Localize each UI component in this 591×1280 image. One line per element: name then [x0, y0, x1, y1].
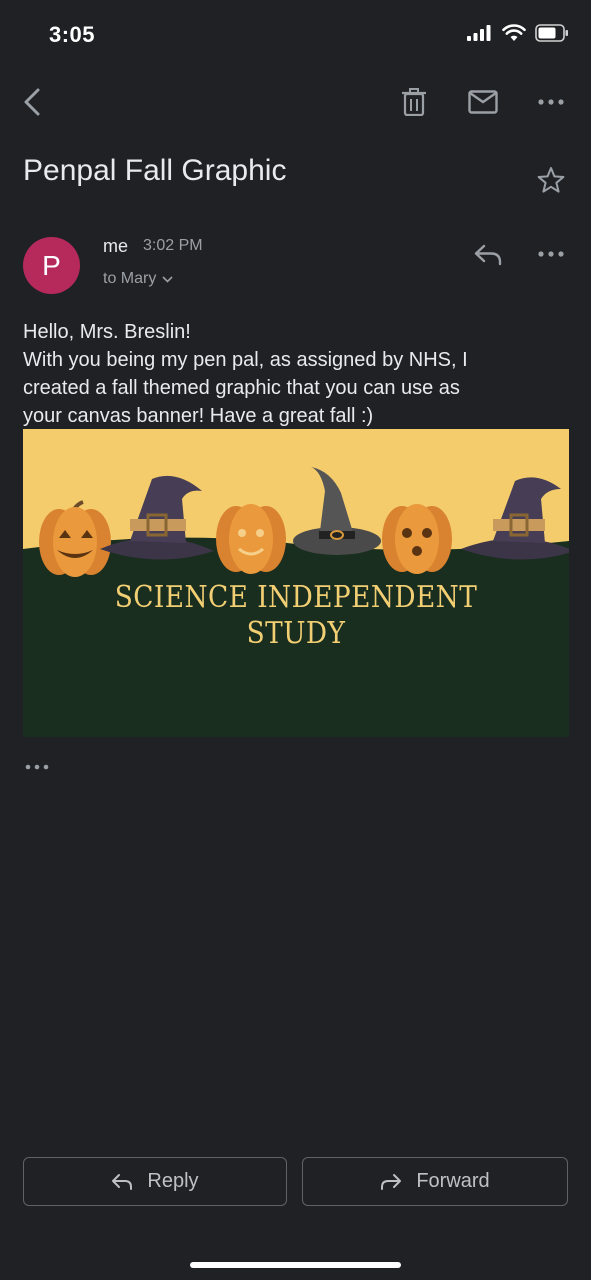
cellular-signal-icon — [467, 25, 491, 41]
email-body: Hello, Mrs. Breslin! With you being my p… — [23, 318, 568, 430]
forward-button[interactable]: Forward — [302, 1157, 568, 1206]
reply-icon — [112, 1173, 133, 1190]
recipient-toggle[interactable]: to Mary — [103, 270, 173, 288]
pumpkin-icon — [39, 500, 111, 577]
banner-title-line2: STUDY — [246, 616, 346, 651]
home-indicator[interactable] — [190, 1262, 401, 1268]
chevron-down-icon — [162, 275, 173, 283]
back-button[interactable] — [14, 82, 50, 122]
trash-icon — [402, 88, 426, 116]
email-subject: Penpal Fall Graphic — [23, 154, 287, 187]
pumpkin-icon — [382, 504, 452, 574]
mail-icon — [468, 90, 498, 114]
mark-unread-button[interactable] — [464, 84, 502, 120]
pumpkin-icon — [216, 504, 286, 574]
more-horiz-icon — [25, 764, 49, 770]
message-more-button[interactable] — [532, 240, 570, 268]
reply-icon-button[interactable] — [470, 238, 506, 272]
reply-icon — [474, 244, 502, 266]
forward-label: Forward — [416, 1170, 490, 1192]
banner-title-line1: SCIENCE INDEPENDENT — [114, 580, 478, 615]
star-icon — [537, 167, 565, 193]
more-horiz-icon — [538, 99, 564, 105]
reply-label: Reply — [147, 1170, 199, 1192]
show-trimmed-content-button[interactable] — [24, 758, 50, 776]
banner-image[interactable]: SCIENCE INDEPENDENT STUDY — [23, 429, 569, 737]
more-horiz-icon — [538, 251, 564, 257]
wifi-icon — [502, 24, 526, 41]
star-button[interactable] — [534, 163, 568, 197]
sender-avatar[interactable]: P — [23, 237, 80, 294]
delete-button[interactable] — [396, 84, 432, 120]
back-arrow-icon — [24, 88, 40, 116]
body-line: your canvas banner! Have a great fall :) — [23, 405, 374, 427]
reply-button[interactable]: Reply — [23, 1157, 287, 1206]
battery-icon — [535, 24, 568, 42]
recipient-label: to Mary — [103, 270, 157, 287]
more-options-button[interactable] — [532, 88, 570, 116]
status-icons — [467, 24, 569, 42]
body-line: Hello, Mrs. Breslin! — [23, 321, 191, 343]
status-time: 3:05 — [49, 22, 96, 47]
sender-name: me — [103, 236, 129, 256]
body-line: With you being my pen pal, as assigned b… — [23, 349, 468, 371]
body-line: created a fall themed graphic that you c… — [23, 377, 460, 399]
sent-time: 3:02 PM — [143, 237, 203, 254]
forward-icon — [381, 1173, 402, 1190]
